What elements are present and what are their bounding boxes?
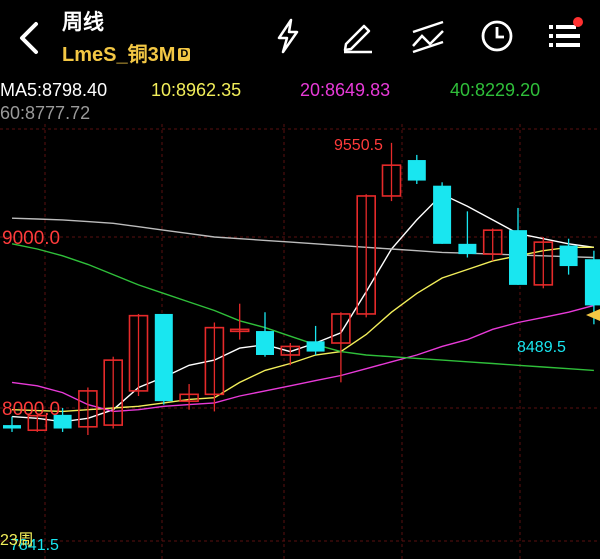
candle-body — [584, 259, 600, 306]
ma10-value: 10:8962.35 — [151, 80, 242, 100]
moving-average-lines — [11, 193, 595, 423]
candle — [433, 182, 452, 244]
candle-body — [433, 185, 452, 244]
candle — [509, 207, 527, 285]
ma5-value: MA5:8798.40 — [0, 80, 108, 100]
low-price-label: 8489.5 — [517, 339, 566, 356]
candle — [78, 387, 98, 436]
candle-body — [509, 230, 527, 285]
header: 周线 LmeS_铜3M D — [0, 0, 600, 72]
ma60-value: 60:8777.72 — [0, 103, 91, 123]
candle — [356, 194, 377, 318]
week-count-label: 23周 — [0, 532, 34, 549]
candle — [482, 228, 503, 261]
lightning-icon[interactable] — [268, 16, 308, 56]
candle — [154, 313, 173, 405]
back-icon[interactable] — [14, 20, 44, 56]
ma60-line — [11, 217, 594, 259]
candle — [407, 154, 426, 184]
candle-body — [407, 160, 426, 181]
candle — [128, 313, 149, 397]
candle — [179, 384, 199, 410]
candles — [3, 142, 600, 436]
instrument-label: LmeS_铜3M — [62, 44, 176, 66]
instrument-name[interactable]: LmeS_铜3M D — [62, 38, 191, 67]
candle-body — [458, 243, 477, 255]
menu-icon[interactable] — [545, 16, 585, 56]
draw-lines-icon[interactable] — [408, 16, 448, 56]
pencil-icon[interactable] — [338, 16, 378, 56]
candle-body — [559, 245, 578, 267]
notification-dot — [573, 17, 583, 27]
candle-body — [256, 331, 274, 355]
candle — [103, 356, 123, 429]
ma5-line — [11, 193, 594, 423]
candle-body — [154, 313, 173, 402]
candle — [533, 237, 554, 289]
y-label-9000: 9000.0 — [2, 228, 60, 249]
ma40-line — [11, 243, 594, 372]
ma40-value: 40:8229.20 — [450, 80, 541, 100]
clock-icon[interactable] — [477, 16, 517, 56]
candle — [458, 211, 477, 258]
ma10-line — [11, 246, 594, 413]
candle — [381, 142, 402, 202]
ma20-line — [11, 304, 595, 413]
y-label-8000: 8000.0 — [2, 399, 60, 420]
candle — [229, 303, 250, 340]
page-title: 周线 — [62, 11, 104, 34]
chart-grid — [0, 124, 600, 559]
period-badge: D — [178, 48, 191, 61]
high-price-label: 9550.5 — [334, 137, 383, 154]
candlestick-chart[interactable]: 9000.0 8000.0 9550.5 8489.5 7841.5 23周 — [0, 124, 600, 559]
candle-body — [3, 425, 21, 429]
current-price-marker — [586, 309, 600, 321]
ma20-value: 20:8649.83 — [300, 80, 391, 100]
candle — [256, 312, 274, 357]
candle-body — [306, 341, 325, 352]
